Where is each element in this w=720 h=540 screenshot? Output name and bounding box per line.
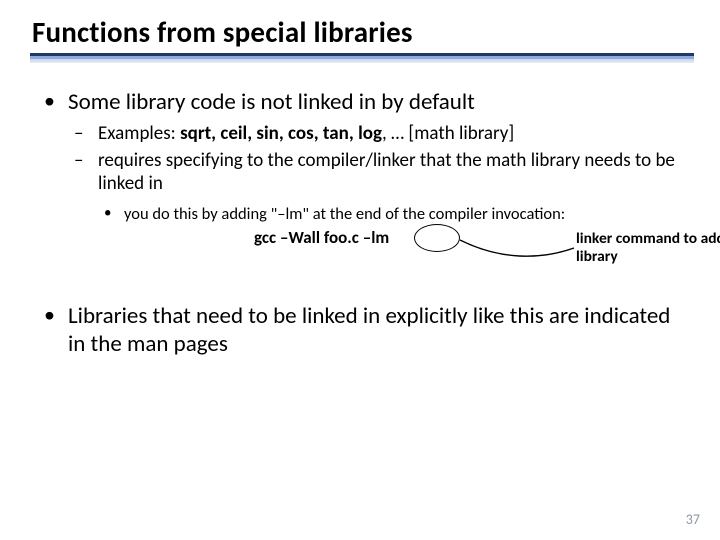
slide-body: Some library code is not linked in by de… — [40, 88, 680, 372]
bullet-1-sub-2-sub-1: you do this by adding "–lm" at the end o… — [98, 204, 680, 288]
bullet-1-sub-1: Examples: sqrt, ceil, sin, cos, tan, log… — [68, 122, 680, 145]
bullet-2-text: Libraries that need to be linked in expl… — [68, 302, 670, 358]
bullet-2: Libraries that need to be linked in expl… — [40, 302, 680, 358]
highlight-ellipse — [414, 224, 460, 252]
slide-title: Functions from special libraries — [32, 14, 413, 50]
bullet-list-level1: Some library code is not linked in by de… — [40, 88, 680, 358]
bullet-1-sub-1-prefix: Examples: — [98, 122, 180, 145]
bullet-1-sub-1-bold: sqrt, ceil, sin, cos, tan, log — [180, 122, 382, 145]
bullet-1: Some library code is not linked in by de… — [40, 88, 680, 288]
bullet-1-sub-2-text: requires specifying to the compiler/link… — [98, 149, 675, 195]
bullet-1-sub-2-sub-1-text: you do this by adding "–lm" at the end o… — [124, 204, 565, 224]
title-underline — [30, 53, 694, 63]
bullet-1-sub-2: requires specifying to the compiler/link… — [68, 149, 680, 287]
command-row: gcc –Wall foo.c –lm linker command to ad… — [124, 228, 680, 288]
underline-bar-grad — [30, 59, 694, 63]
slide: Functions from special libraries Some li… — [0, 0, 720, 540]
bullet-1-sub-1-suffix: , … [math library] — [382, 122, 514, 145]
compiler-command: gcc –Wall foo.c –lm — [254, 228, 389, 249]
bullet-list-level3: you do this by adding "–lm" at the end o… — [98, 204, 680, 288]
bullet-list-level2: Examples: sqrt, ceil, sin, cos, tan, log… — [68, 122, 680, 288]
bullet-1-text: Some library code is not linked in by de… — [68, 88, 475, 116]
annotation-text: linker command to add math library — [576, 230, 720, 267]
page-number: 37 — [686, 511, 700, 528]
connector-line — [460, 238, 580, 258]
